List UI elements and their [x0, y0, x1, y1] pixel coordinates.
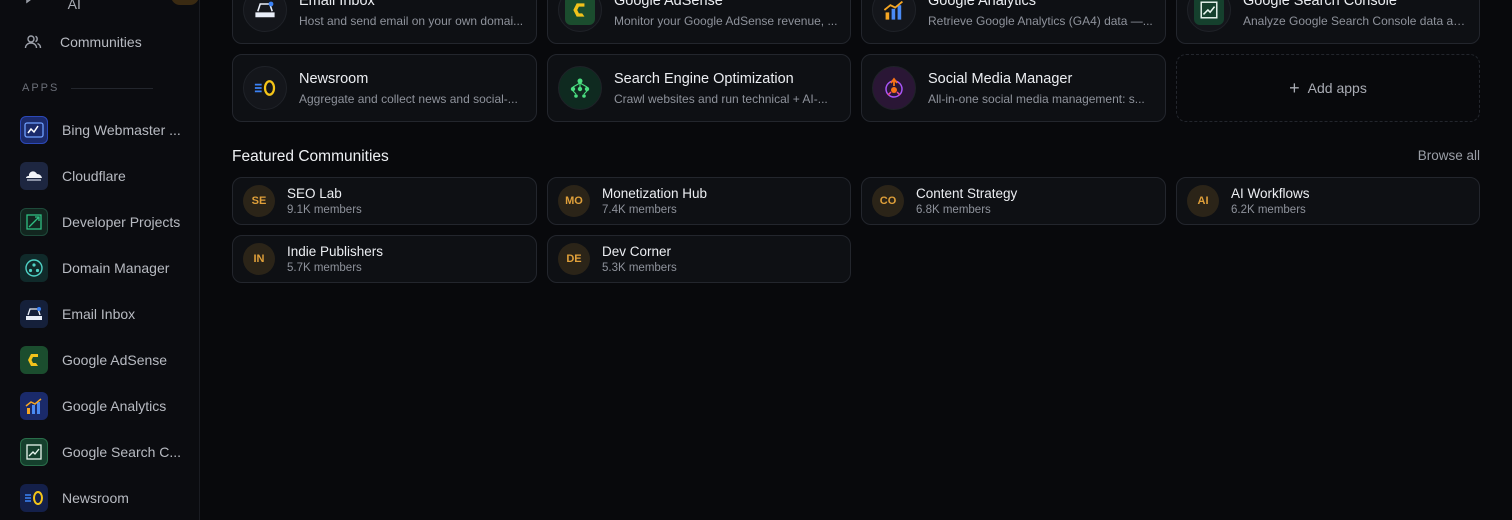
email-inbox-icon [20, 300, 48, 328]
community-members: 9.1K members [287, 204, 362, 216]
sidebar-item-label: Cloudflare [62, 168, 126, 184]
community-avatar: MO [558, 185, 590, 217]
sidebar-item-label: Domain Manager [62, 260, 170, 276]
newsroom-icon [243, 66, 287, 110]
community-name: Indie Publishers [287, 244, 384, 259]
google-adsense-icon [20, 346, 48, 374]
app-card-title: Google AdSense [614, 0, 723, 9]
google-analytics-icon [20, 392, 48, 420]
google-analytics-icon [872, 0, 916, 32]
app-card-title: Search Engine Optimization [614, 70, 794, 87]
community-members: 5.7K members [287, 262, 362, 274]
app-card-title: Newsroom [299, 70, 369, 87]
sidebar-item-newsroom[interactable]: Newsroom [20, 484, 129, 512]
app-card-description: Crawl websites and run technical + AI-..… [614, 91, 828, 106]
add-apps-button[interactable]: + Add apps [1176, 54, 1480, 122]
app-card-description: Retrieve Google Analytics (GA4) data —..… [928, 13, 1153, 28]
cloudflare-icon [20, 162, 48, 190]
social-media-manager-icon [872, 66, 916, 110]
app-card-social-media-manager[interactable]: Social Media Manager All-in-one social m… [861, 54, 1166, 122]
sidebar-item-developer-projects[interactable]: Developer Projects [20, 208, 180, 236]
domain-manager-icon [20, 254, 48, 282]
google-search-console-icon [20, 438, 48, 466]
chat-icon [20, 0, 46, 9]
community-avatar: AI [1187, 185, 1219, 217]
sidebar-item-label: Developer Projects [62, 214, 181, 230]
community-name: Dev Corner [602, 244, 672, 259]
sidebar-item-google-search-console[interactable]: Google Search C... [20, 438, 181, 466]
app-card-description: Aggregate and collect news and social-..… [299, 91, 518, 106]
google-adsense-icon [558, 0, 602, 32]
app-card-description: Monitor your Google AdSense revenue, ... [614, 13, 838, 28]
users-icon [20, 29, 46, 55]
sidebar-item-label: Bing Webmaster ... [62, 122, 181, 138]
community-card-dev-corner[interactable]: DE Dev Corner 5.3K members [547, 235, 851, 283]
community-name: AI Workflows [1231, 186, 1310, 201]
apps-section-label: APPS [22, 82, 154, 94]
app-card-seo[interactable]: Search Engine Optimization Crawl website… [547, 54, 851, 122]
app-card-email-inbox[interactable]: Email Inbox Host and send email on your … [232, 0, 537, 44]
community-card-ai-workflows[interactable]: AI AI Workflows 6.2K members [1176, 177, 1480, 225]
community-card-monetization-hub[interactable]: MO Monetization Hub 7.4K members [547, 177, 851, 225]
sidebar-item-label: Google Analytics [62, 398, 167, 414]
seo-icon [558, 66, 602, 110]
notification-badge [171, 0, 199, 5]
developer-projects-icon [20, 208, 48, 236]
app-card-description: All-in-one social media management: s... [928, 91, 1145, 106]
sidebar-item-label: Google AdSense [62, 352, 168, 368]
app-card-title: Email Inbox [299, 0, 375, 9]
community-name: Content Strategy [916, 186, 1018, 201]
community-card-content-strategy[interactable]: CO Content Strategy 6.8K members [861, 177, 1166, 225]
community-members: 6.2K members [1231, 204, 1306, 216]
app-card-google-analytics[interactable]: Google Analytics Retrieve Google Analyti… [861, 0, 1166, 44]
app-card-google-adsense[interactable]: Google AdSense Monitor your Google AdSen… [547, 0, 851, 44]
divider [71, 87, 154, 89]
add-apps-label: Add apps [1307, 80, 1367, 96]
sidebar-item-email-inbox[interactable]: Email Inbox [20, 300, 135, 328]
app-card-google-search-console[interactable]: Google Search Console Analyze Google Sea… [1176, 0, 1480, 44]
app-card-title: Google Search Console [1243, 0, 1397, 9]
sidebar-item-label: Chat with AI [67, 0, 81, 12]
email-inbox-icon [243, 0, 287, 32]
app-card-description: Host and send email on your own domai... [299, 13, 524, 28]
community-avatar: SE [243, 185, 275, 217]
sidebar-item-bing-webmaster[interactable]: Bing Webmaster ... [20, 116, 181, 144]
community-card-seo-lab[interactable]: SE SEO Lab 9.1K members [232, 177, 537, 225]
sidebar-item-label: Google Search C... [62, 444, 182, 460]
sidebar-item-domain-manager[interactable]: Domain Manager [20, 254, 169, 282]
community-members: 7.4K members [602, 204, 677, 216]
community-name: Monetization Hub [602, 186, 708, 201]
sidebar-item-cloudflare[interactable]: Cloudflare [20, 162, 126, 190]
community-avatar: IN [243, 243, 275, 275]
app-card-title: Social Media Manager [928, 70, 1073, 87]
plus-icon: + [1289, 78, 1300, 98]
app-card-newsroom[interactable]: Newsroom Aggregate and collect news and … [232, 54, 537, 122]
sidebar-item-communities[interactable]: Communities [20, 28, 142, 56]
community-card-indie-publishers[interactable]: IN Indie Publishers 5.7K members [232, 235, 537, 283]
sidebar-item-label: Email Inbox [62, 306, 136, 322]
app-card-title: Google Analytics [928, 0, 1037, 9]
community-members: 5.3K members [602, 262, 677, 274]
sidebar-item-google-adsense[interactable]: Google AdSense [20, 346, 167, 374]
newsroom-icon [20, 484, 48, 512]
sidebar-item-label: Newsroom [62, 490, 129, 506]
sidebar-item-google-analytics[interactable]: Google Analytics [20, 392, 166, 420]
featured-communities-title: Featured Communities [232, 148, 389, 165]
section-label-text: APPS [22, 82, 60, 94]
sidebar: Chat with AI Communities APPS Bing Webma… [0, 0, 200, 520]
community-members: 6.8K members [916, 204, 991, 216]
sidebar-item-label: Communities [60, 34, 142, 50]
sidebar-item-chat[interactable]: Chat with AI [20, 0, 199, 12]
app-card-description: Analyze Google Search Console data ac... [1243, 13, 1467, 28]
community-name: SEO Lab [287, 186, 342, 201]
community-avatar: DE [558, 243, 590, 275]
community-avatar: CO [872, 185, 904, 217]
browse-all-link[interactable]: Browse all [1418, 148, 1480, 163]
bing-webmaster-icon [20, 116, 48, 144]
google-search-console-icon [1187, 0, 1231, 32]
